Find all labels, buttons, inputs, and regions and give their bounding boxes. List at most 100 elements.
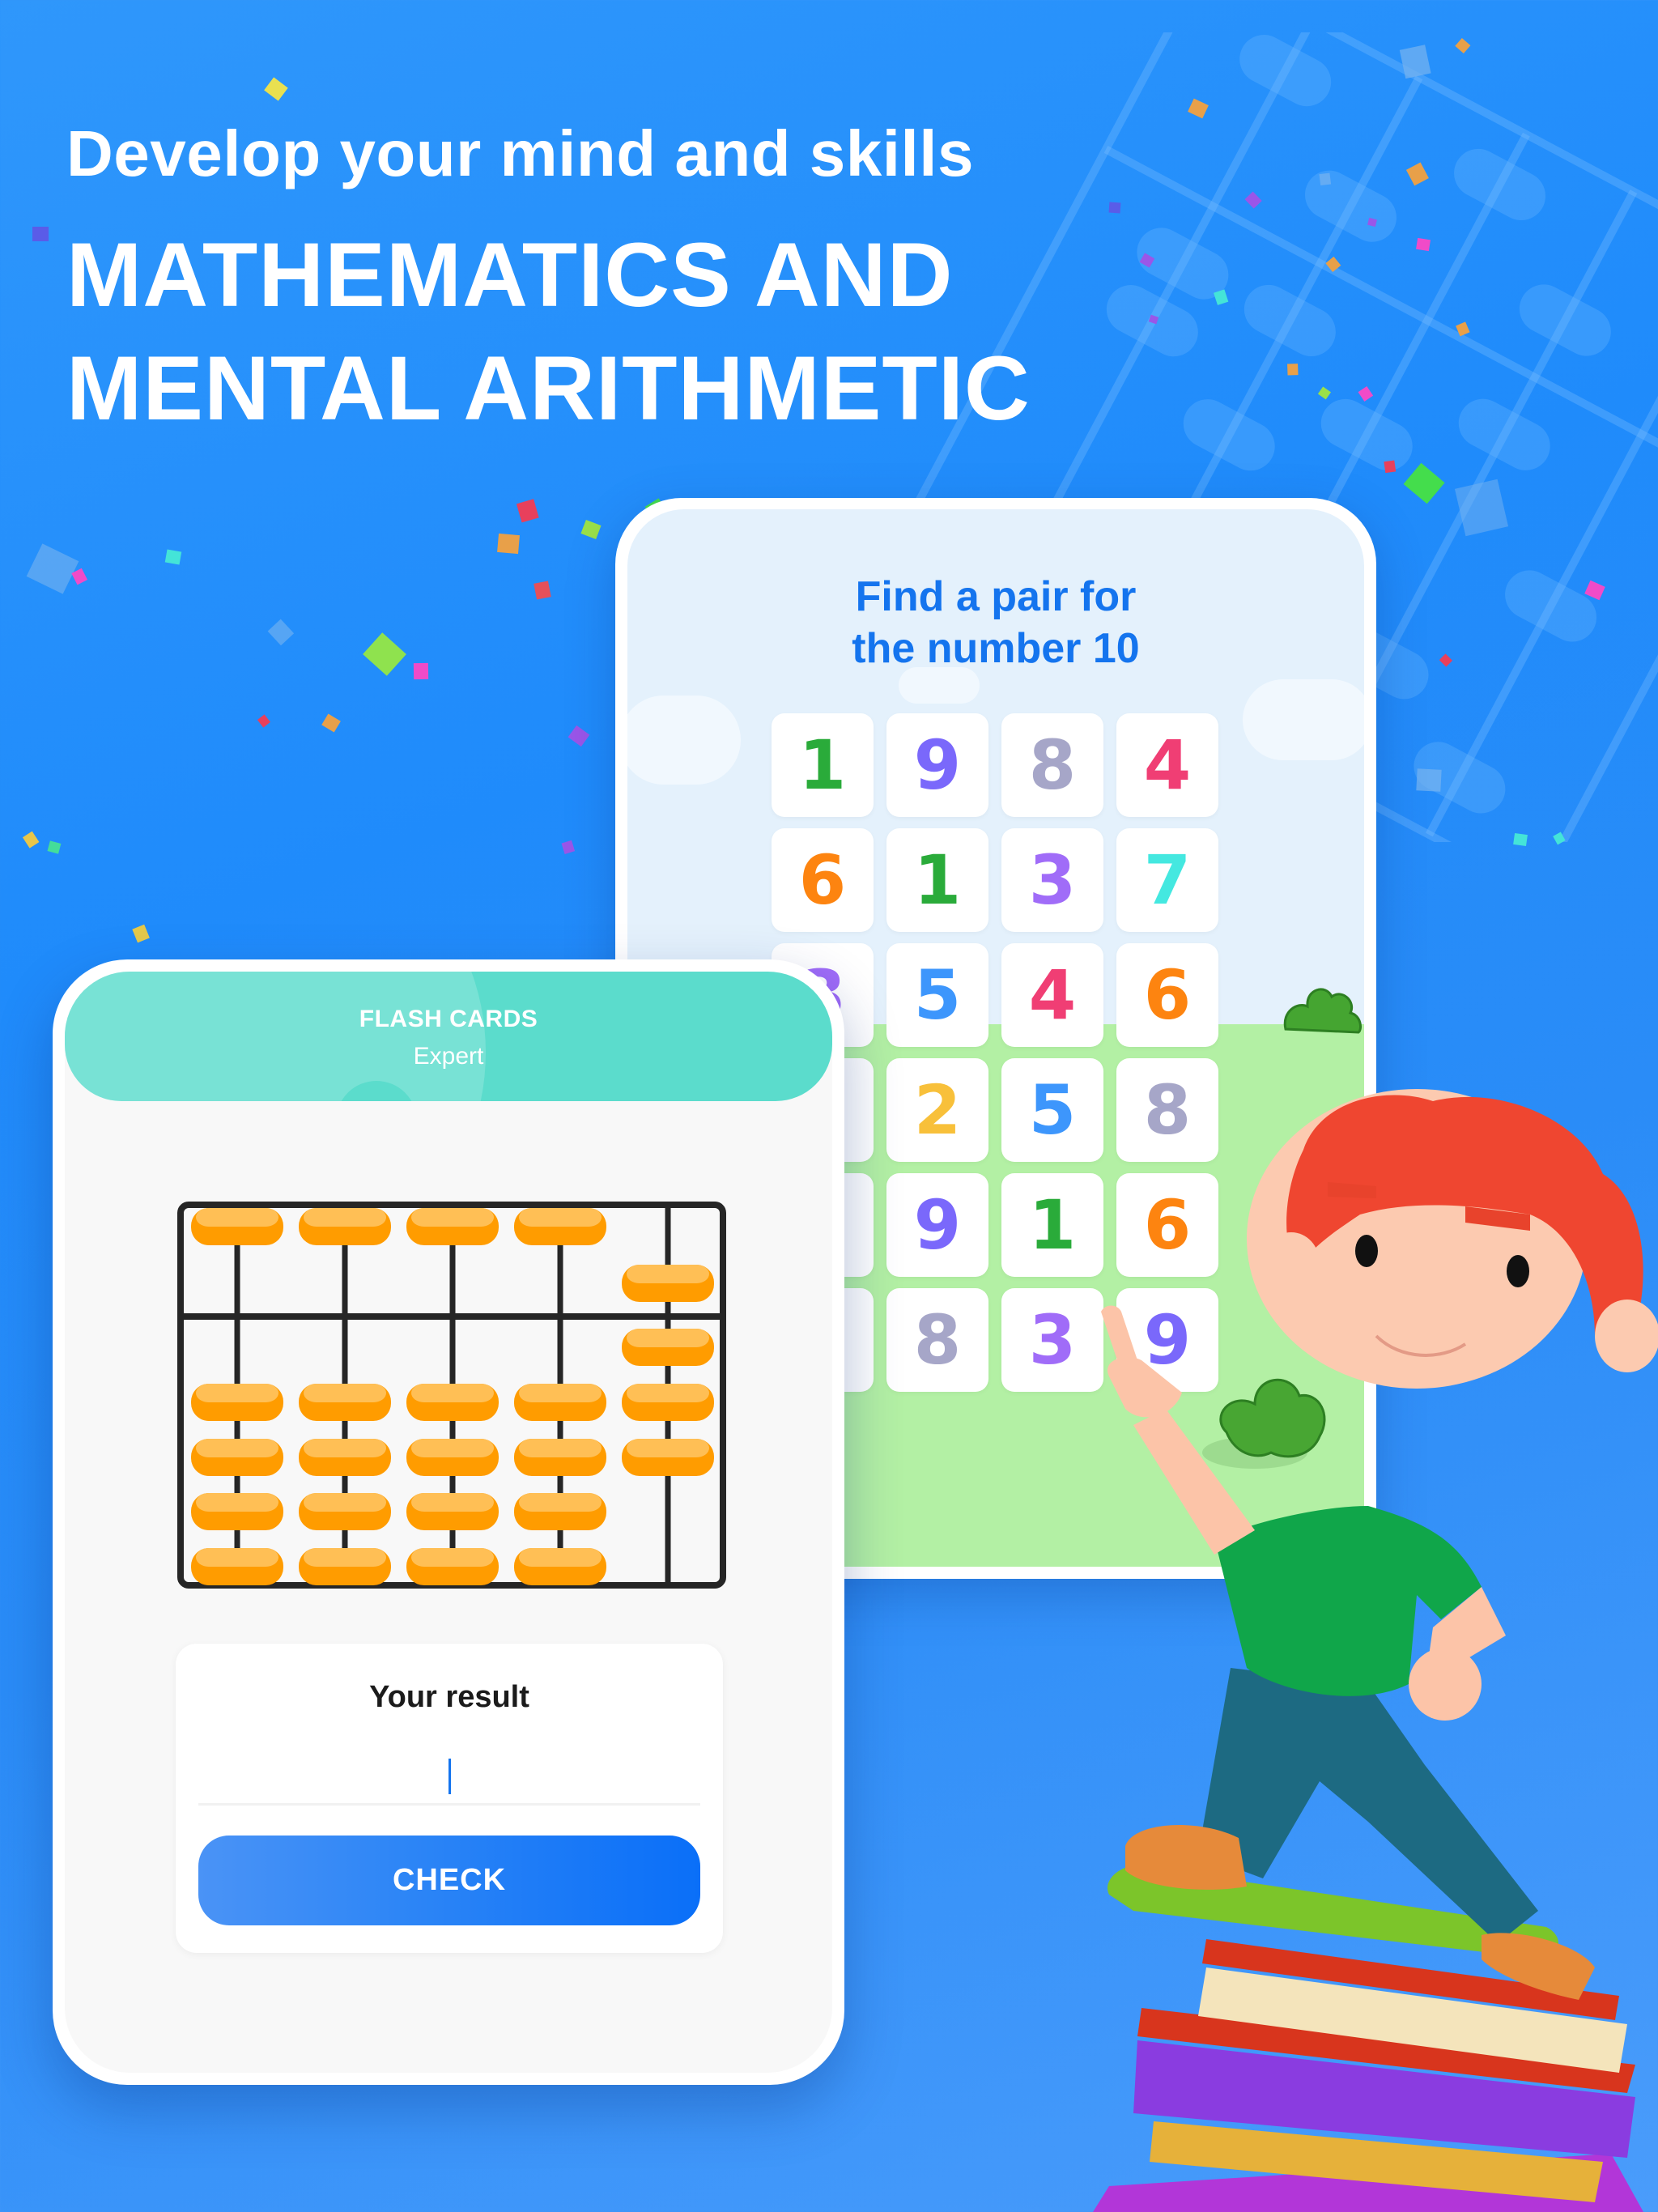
confetti-piece	[363, 632, 406, 676]
confetti-piece	[1456, 321, 1470, 337]
number-tile[interactable]: 1	[886, 828, 988, 932]
abacus-bead[interactable]	[299, 1439, 391, 1476]
confetti-piece	[517, 499, 539, 523]
confetti-piece	[257, 714, 270, 728]
confetti-piece	[1455, 37, 1471, 53]
abacus-bead[interactable]	[514, 1384, 606, 1421]
flash-card-header: FLASH CARDS Expert	[65, 972, 832, 1101]
confetti-piece	[1403, 462, 1445, 504]
confetti-piece	[32, 227, 49, 241]
confetti-piece	[1399, 45, 1431, 79]
confetti-piece	[1384, 460, 1397, 474]
flash-card-title: FLASH CARDS	[359, 1006, 538, 1032]
confetti-piece	[26, 543, 79, 594]
confetti-piece	[1553, 832, 1566, 845]
abacus-bead[interactable]	[299, 1208, 391, 1245]
number-tile[interactable]: 8	[886, 1288, 988, 1392]
confetti-piece	[1513, 832, 1528, 847]
abacus-bead[interactable]	[622, 1384, 714, 1421]
abacus-bead[interactable]	[299, 1548, 391, 1585]
number-tile[interactable]: 2	[886, 1058, 988, 1162]
number-tile[interactable]: 4	[1001, 943, 1103, 1047]
abacus-bead[interactable]	[406, 1208, 499, 1245]
confetti-piece	[1358, 385, 1374, 402]
confetti-piece	[1244, 191, 1262, 209]
abacus-bead[interactable]	[299, 1493, 391, 1530]
number-tile[interactable]: 9	[886, 1173, 988, 1277]
confetti-piece	[1406, 162, 1429, 186]
confetti-piece	[1325, 256, 1341, 272]
pair-game-title-line2: the number 10	[852, 625, 1140, 672]
pair-game-title: Find a pair for the number 10	[627, 571, 1364, 674]
abacus-bead[interactable]	[514, 1208, 606, 1245]
number-tile[interactable]: 8	[1001, 713, 1103, 817]
abacus-bead[interactable]	[514, 1493, 606, 1530]
confetti-piece	[22, 831, 40, 849]
abacus-bead[interactable]	[299, 1384, 391, 1421]
abacus-bead[interactable]	[406, 1384, 499, 1421]
number-tile[interactable]: 6	[772, 828, 874, 932]
abacus-bead[interactable]	[406, 1548, 499, 1585]
book-stack-icon	[1093, 1865, 1643, 2212]
confetti-piece	[1319, 172, 1332, 186]
number-tile[interactable]: 3	[1001, 828, 1103, 932]
confetti-piece	[497, 533, 520, 555]
confetti-piece	[1454, 479, 1509, 537]
abacus-bead[interactable]	[622, 1439, 714, 1476]
number-tile[interactable]: 5	[886, 943, 988, 1047]
confetti-piece	[132, 924, 150, 943]
result-card: Your result CHECK	[176, 1644, 723, 1953]
abacus-bead[interactable]	[622, 1265, 714, 1302]
abacus-bead[interactable]	[191, 1384, 283, 1421]
number-tile[interactable]: 4	[1116, 713, 1218, 817]
abacus-bead[interactable]	[191, 1548, 283, 1585]
headline: Develop your mind and skills MATHEMATICS…	[66, 113, 1031, 445]
confetti-piece	[47, 840, 62, 854]
headline-title: MATHEMATICS AND MENTAL ARITHMETIC	[66, 219, 1031, 445]
cloud	[1243, 679, 1364, 760]
abacus-bead[interactable]	[514, 1548, 606, 1585]
confetti-piece	[164, 549, 182, 565]
confetti-piece	[1139, 253, 1155, 268]
number-tile[interactable]: 9	[886, 713, 988, 817]
check-button[interactable]: CHECK	[198, 1836, 700, 1925]
confetti-piece	[413, 662, 429, 680]
confetti-piece	[561, 840, 576, 854]
headline-title-line2: MENTAL ARITHMETIC	[66, 338, 1031, 439]
header-decoration	[65, 972, 486, 1101]
headline-subtitle: Develop your mind and skills	[66, 117, 974, 189]
confetti-piece	[1416, 768, 1442, 792]
headline-title-line1: MATHEMATICS AND	[66, 224, 954, 325]
confetti-piece	[580, 520, 602, 539]
confetti-piece	[1148, 314, 1159, 325]
confetti-piece	[1317, 386, 1332, 400]
confetti-piece	[1108, 202, 1121, 214]
abacus-bead[interactable]	[406, 1439, 499, 1476]
confetti-piece	[264, 77, 288, 101]
bush-icon	[1283, 988, 1362, 1034]
abacus-bead[interactable]	[622, 1329, 714, 1366]
flash-card-screen: FLASH CARDS Expert Your result CHECK	[65, 972, 832, 2073]
abacus-bead[interactable]	[191, 1439, 283, 1476]
confetti-piece	[1415, 237, 1431, 252]
abacus-bead[interactable]	[406, 1493, 499, 1530]
text-caret	[449, 1759, 451, 1794]
confetti-piece	[70, 568, 88, 585]
confetti-piece	[1584, 580, 1605, 601]
confetti-piece	[1287, 364, 1299, 376]
confetti-piece	[1188, 98, 1209, 119]
confetti-piece	[1213, 289, 1229, 306]
boy-character-illustration	[1093, 1089, 1658, 2212]
cloud	[627, 696, 741, 785]
abacus-bead[interactable]	[191, 1208, 283, 1245]
abacus-bead[interactable]	[514, 1439, 606, 1476]
confetti-piece	[1367, 217, 1377, 228]
confetti-piece	[321, 713, 341, 733]
confetti-piece	[534, 581, 551, 600]
number-tile[interactable]: 6	[1116, 943, 1218, 1047]
confetti-piece	[267, 619, 295, 645]
confetti-piece	[1439, 653, 1453, 667]
abacus-bead[interactable]	[191, 1493, 283, 1530]
number-tile[interactable]: 1	[772, 713, 874, 817]
number-tile[interactable]: 7	[1116, 828, 1218, 932]
